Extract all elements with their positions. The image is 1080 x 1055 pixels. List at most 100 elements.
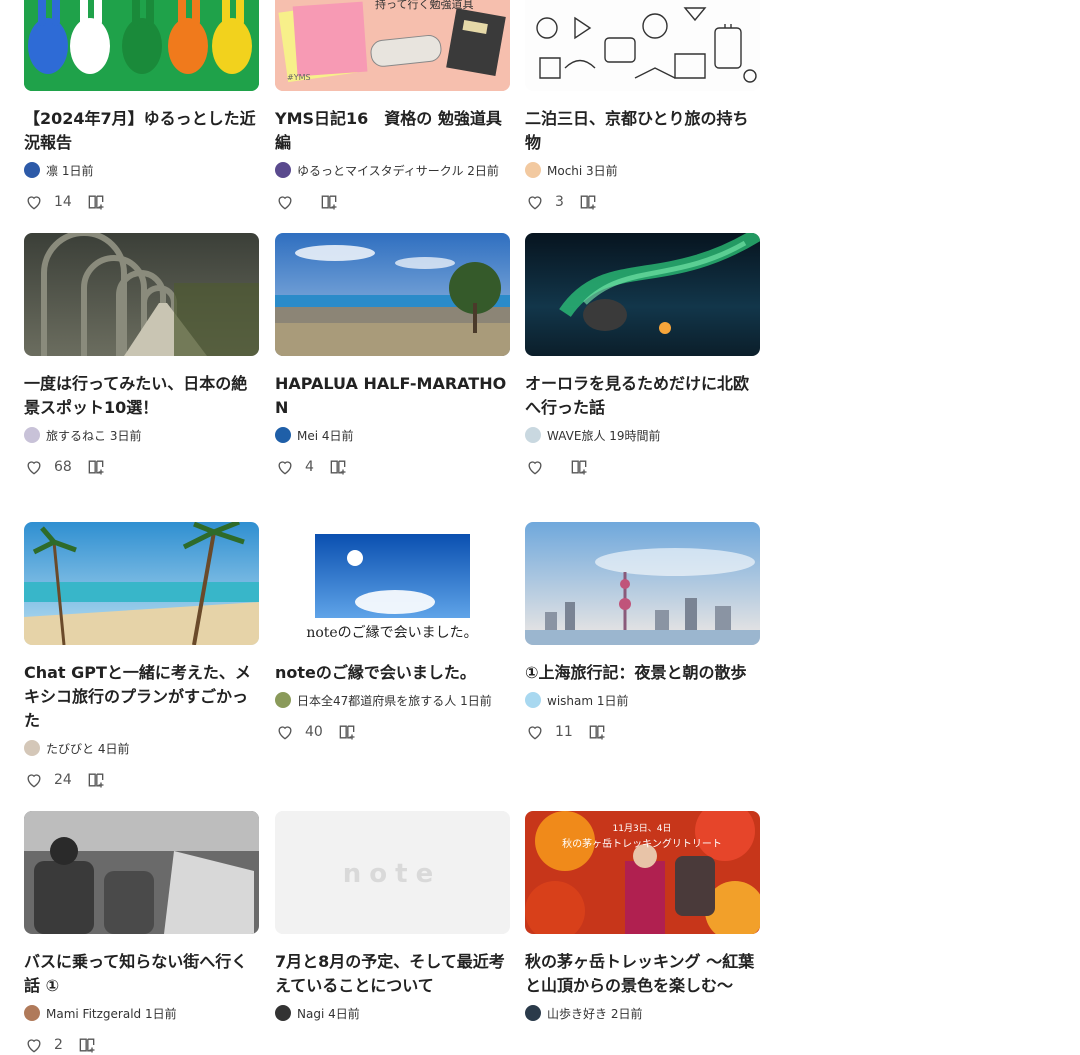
author-meta[interactable]: Nagi 4日前 [297, 1005, 360, 1022]
article-title[interactable]: 【2024年7月】ゆるっとした近況報告 [24, 107, 259, 155]
avatar[interactable] [24, 427, 40, 443]
author-meta[interactable]: 日本全47都道府県を旅する人 1日前 [297, 692, 492, 709]
article-thumbnail[interactable] [525, 0, 760, 91]
magazine-add-icon[interactable] [587, 722, 607, 742]
article-title[interactable]: 一度は行ってみたい、日本の絶景スポット10選！ [24, 372, 259, 420]
magazine-add-icon[interactable] [86, 770, 106, 790]
avatar[interactable] [275, 692, 291, 708]
heart-icon[interactable] [24, 457, 44, 477]
heart-icon[interactable] [525, 722, 545, 742]
article-thumbnail[interactable] [24, 233, 259, 356]
article-title[interactable]: バスに乗って知らない街へ行く話 ① [24, 950, 259, 998]
magazine-add-icon[interactable] [578, 192, 598, 212]
article-thumbnail[interactable]: note [275, 811, 510, 934]
like-count: 2 [54, 1037, 63, 1053]
article-thumbnail[interactable] [525, 522, 760, 645]
thumb-header-text: 持って行く勉強道具 [375, 0, 473, 11]
author-meta[interactable]: Mami Fitzgerald 1日前 [46, 1005, 177, 1022]
article-thumbnail[interactable] [525, 233, 760, 356]
magazine-add-icon[interactable] [569, 457, 589, 477]
article-author[interactable]: Nagi 4日前 [275, 1004, 510, 1022]
heart-icon[interactable] [275, 722, 295, 742]
article-title[interactable]: noteのご縁で会いました。 [275, 661, 510, 685]
article-card[interactable]: 持って行く勉強道具 #YMS YMS日記16 資格の 勉強道具編 ゆるっとマイス… [275, 0, 510, 212]
author-meta[interactable]: WAVE旅人 19時間前 [547, 427, 661, 444]
avatar[interactable] [24, 740, 40, 756]
article-author[interactable]: wisham 1日前 [525, 691, 760, 709]
heart-icon[interactable] [24, 192, 44, 212]
magazine-add-icon[interactable] [86, 457, 106, 477]
article-author[interactable]: Mami Fitzgerald 1日前 [24, 1004, 259, 1022]
article-card[interactable]: 二泊三日、京都ひとり旅の持ち物 Mochi 3日前 3 [525, 0, 760, 212]
article-thumbnail[interactable] [24, 522, 259, 645]
article-author[interactable]: WAVE旅人 19時間前 [525, 426, 760, 444]
heart-icon[interactable] [275, 457, 295, 477]
article-author[interactable]: 凛 1日前 [24, 161, 259, 179]
avatar[interactable] [525, 692, 541, 708]
article-card[interactable]: バスに乗って知らない街へ行く話 ① Mami Fitzgerald 1日前 2 [24, 811, 259, 1055]
avatar[interactable] [275, 1005, 291, 1021]
avatar[interactable] [525, 162, 541, 178]
author-meta[interactable]: 旅するねこ 3日前 [46, 427, 141, 444]
article-title[interactable]: 秋の茅ヶ岳トレッキング ～紅葉と山頂からの景色を楽しむ～ [525, 950, 760, 998]
avatar[interactable] [275, 162, 291, 178]
magazine-add-icon[interactable] [328, 457, 348, 477]
article-title[interactable]: 7月と8月の予定、そして最近考えていることについて [275, 950, 510, 998]
article-card[interactable]: 一度は行ってみたい、日本の絶景スポット10選！ 旅するねこ 3日前 68 [24, 233, 259, 477]
article-author[interactable]: たびびと 4日前 [24, 739, 259, 757]
heart-icon[interactable] [24, 770, 44, 790]
like-count: 4 [305, 459, 314, 475]
article-thumbnail[interactable]: 11月3日、4日 秋の茅ヶ岳トレッキングリトリート [525, 811, 760, 934]
article-author[interactable]: Mei 4日前 [275, 426, 510, 444]
author-meta[interactable]: wisham 1日前 [547, 692, 629, 709]
article-thumbnail[interactable]: noteのご縁で会いました。 [275, 522, 510, 645]
avatar[interactable] [525, 427, 541, 443]
article-author[interactable]: 旅するねこ 3日前 [24, 426, 259, 444]
article-card[interactable]: HAPALUA HALF-MARATHON Mei 4日前 4 [275, 233, 510, 477]
heart-icon[interactable] [275, 192, 295, 212]
article-actions: 11 [525, 722, 760, 742]
article-title[interactable]: オーロラを見るためだけに北欧へ行った話 [525, 372, 760, 420]
article-author[interactable]: ゆるっとマイスタディサークル 2日前 [275, 161, 510, 179]
article-title[interactable]: 二泊三日、京都ひとり旅の持ち物 [525, 107, 760, 155]
author-meta[interactable]: Mochi 3日前 [547, 162, 618, 179]
article-thumbnail[interactable]: 持って行く勉強道具 #YMS [275, 0, 510, 91]
author-meta[interactable]: 凛 1日前 [46, 162, 93, 179]
article-title[interactable]: ①上海旅行記：夜景と朝の散歩 [525, 661, 760, 685]
article-title[interactable]: Chat GPTと一緒に考えた、メキシコ旅行のプランがすごかった [24, 661, 259, 733]
article-card[interactable]: noteのご縁で会いました。 noteのご縁で会いました。 日本全47都道府県を… [275, 522, 510, 742]
author-meta[interactable]: 山歩き好き 2日前 [547, 1005, 642, 1022]
magazine-add-icon[interactable] [319, 192, 339, 212]
avatar[interactable] [275, 427, 291, 443]
article-author[interactable]: 日本全47都道府県を旅する人 1日前 [275, 691, 510, 709]
note-logo-placeholder: note [343, 859, 441, 889]
heart-icon[interactable] [24, 1035, 44, 1055]
magazine-add-icon[interactable] [86, 192, 106, 212]
article-card[interactable]: note 7月と8月の予定、そして最近考えていることについて Nagi 4日前 [275, 811, 510, 1022]
author-meta[interactable]: Mei 4日前 [297, 427, 354, 444]
author-meta[interactable]: ゆるっとマイスタディサークル 2日前 [297, 162, 499, 179]
author-meta[interactable]: たびびと 4日前 [46, 740, 129, 757]
heart-icon[interactable] [525, 457, 545, 477]
magazine-add-icon[interactable] [337, 722, 357, 742]
article-author[interactable]: 山歩き好き 2日前 [525, 1004, 760, 1022]
article-actions: 2 [24, 1035, 259, 1055]
article-thumbnail[interactable] [275, 233, 510, 356]
article-card[interactable]: Chat GPTと一緒に考えた、メキシコ旅行のプランがすごかった たびびと 4日… [24, 522, 259, 790]
article-card[interactable]: ①上海旅行記：夜景と朝の散歩 wisham 1日前 11 [525, 522, 760, 742]
heart-icon[interactable] [525, 192, 545, 212]
thumb-date-text: 11月3日、4日 [613, 823, 672, 834]
article-card[interactable]: 【2024年7月】ゆるっとした近況報告 凛 1日前 14 [24, 0, 259, 212]
avatar[interactable] [24, 1005, 40, 1021]
like-count: 68 [54, 459, 72, 475]
article-thumbnail[interactable] [24, 0, 259, 91]
article-title[interactable]: HAPALUA HALF-MARATHON [275, 372, 510, 420]
avatar[interactable] [24, 162, 40, 178]
magazine-add-icon[interactable] [77, 1035, 97, 1055]
article-title[interactable]: YMS日記16 資格の 勉強道具編 [275, 107, 510, 155]
article-card[interactable]: 11月3日、4日 秋の茅ヶ岳トレッキングリトリート 秋の茅ヶ岳トレッキング ～紅… [525, 811, 760, 1022]
article-author[interactable]: Mochi 3日前 [525, 161, 760, 179]
article-thumbnail[interactable] [24, 811, 259, 934]
avatar[interactable] [525, 1005, 541, 1021]
article-card[interactable]: オーロラを見るためだけに北欧へ行った話 WAVE旅人 19時間前 [525, 233, 760, 477]
